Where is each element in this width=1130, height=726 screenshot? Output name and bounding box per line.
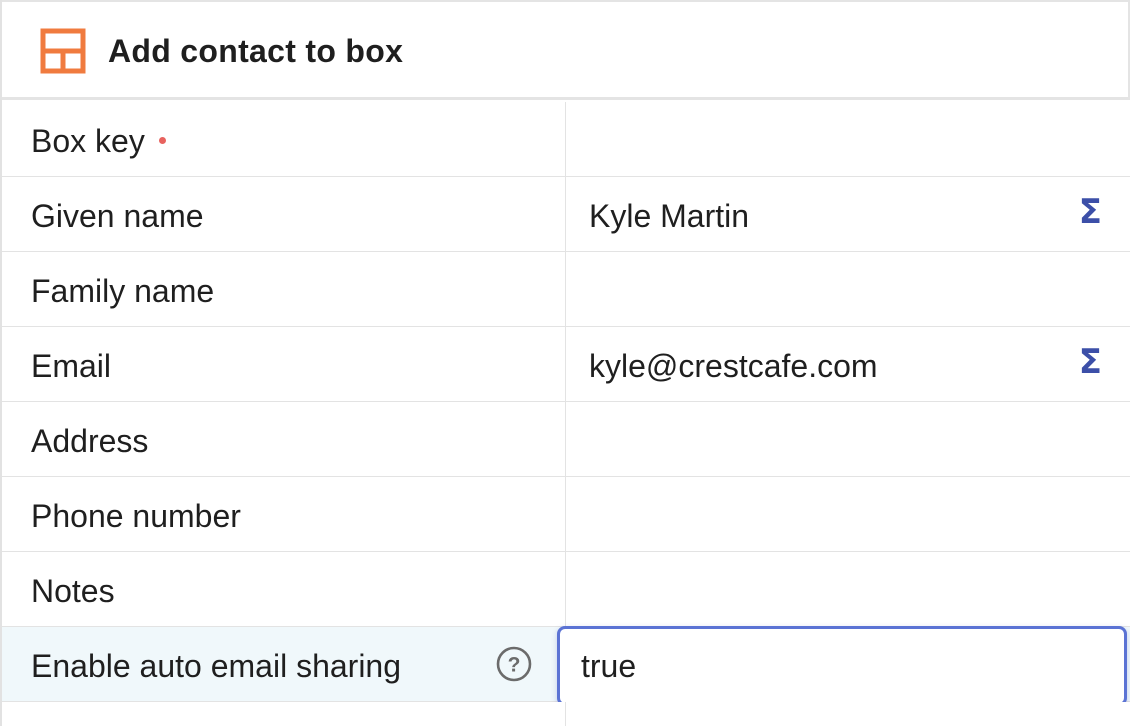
sigma-icon[interactable]: Σ bbox=[1079, 345, 1102, 379]
field-row-phone-number: Phone number bbox=[2, 477, 1130, 552]
field-row-given-name: Given name Kyle Martin Σ bbox=[2, 177, 1130, 252]
phone-number-label: Phone number bbox=[31, 498, 241, 534]
address-value-field[interactable] bbox=[567, 402, 1130, 476]
enable-auto-email-sharing-label: Enable auto email sharing bbox=[31, 648, 402, 684]
field-label-cell bbox=[2, 702, 566, 726]
field-row-partial bbox=[2, 702, 1130, 726]
field-value: Kyle Martin bbox=[589, 198, 750, 234]
family-name-value-field[interactable] bbox=[567, 252, 1130, 326]
email-value-field[interactable]: kyle@crestcafe.com Σ bbox=[567, 327, 1130, 401]
layout-table-icon bbox=[40, 28, 86, 74]
field-label-cell: Email bbox=[2, 327, 566, 401]
field-row-address: Address bbox=[2, 402, 1130, 477]
required-indicator bbox=[158, 137, 166, 145]
field-row-email: Email kyle@crestcafe.com Σ bbox=[2, 327, 1130, 402]
field-label-cell: Box key bbox=[2, 102, 566, 176]
email-label: Email bbox=[31, 348, 112, 384]
notes-value-field[interactable] bbox=[567, 552, 1130, 626]
help-circle-icon[interactable]: ? bbox=[496, 646, 532, 682]
address-label: Address bbox=[31, 423, 149, 459]
box-key-value-field[interactable] bbox=[567, 102, 1130, 176]
field-label-cell: Phone number bbox=[2, 477, 566, 551]
notes-label: Notes bbox=[31, 573, 115, 609]
panel-header: Add contact to box bbox=[2, 0, 1130, 100]
phone-number-value-field[interactable] bbox=[567, 477, 1130, 551]
field-row-enable-auto-email-sharing: Enable auto email sharing ? bbox=[2, 626, 1130, 706]
field-label-cell: Given name bbox=[2, 177, 566, 251]
field-label: Box key bbox=[31, 123, 166, 160]
field-label-cell: Address bbox=[2, 402, 566, 476]
enable-auto-email-sharing-input[interactable] bbox=[557, 626, 1127, 706]
field-label-cell: Notes bbox=[2, 552, 566, 626]
field-label-cell: Enable auto email sharing ? bbox=[2, 627, 566, 701]
given-name-label: Given name bbox=[31, 198, 204, 234]
sigma-icon[interactable]: Σ bbox=[1079, 195, 1102, 229]
enable-auto-email-sharing-value-field bbox=[557, 626, 1130, 706]
box-key-label: Box key bbox=[31, 123, 145, 159]
add-contact-panel: Add contact to box Box key Given name Ky… bbox=[0, 0, 1130, 726]
field-label-cell: Family name bbox=[2, 252, 566, 326]
field-row-family-name: Family name bbox=[2, 252, 1130, 327]
family-name-label: Family name bbox=[31, 273, 215, 309]
field-value: kyle@crestcafe.com bbox=[589, 348, 878, 384]
field-row-box-key: Box key bbox=[2, 102, 1130, 177]
field-row-notes: Notes bbox=[2, 552, 1130, 627]
fields-table: Box key Given name Kyle Martin Σ Family … bbox=[2, 102, 1130, 726]
svg-text:?: ? bbox=[508, 654, 521, 677]
panel-title: Add contact to box bbox=[108, 33, 404, 69]
given-name-value-field[interactable]: Kyle Martin Σ bbox=[567, 177, 1130, 251]
